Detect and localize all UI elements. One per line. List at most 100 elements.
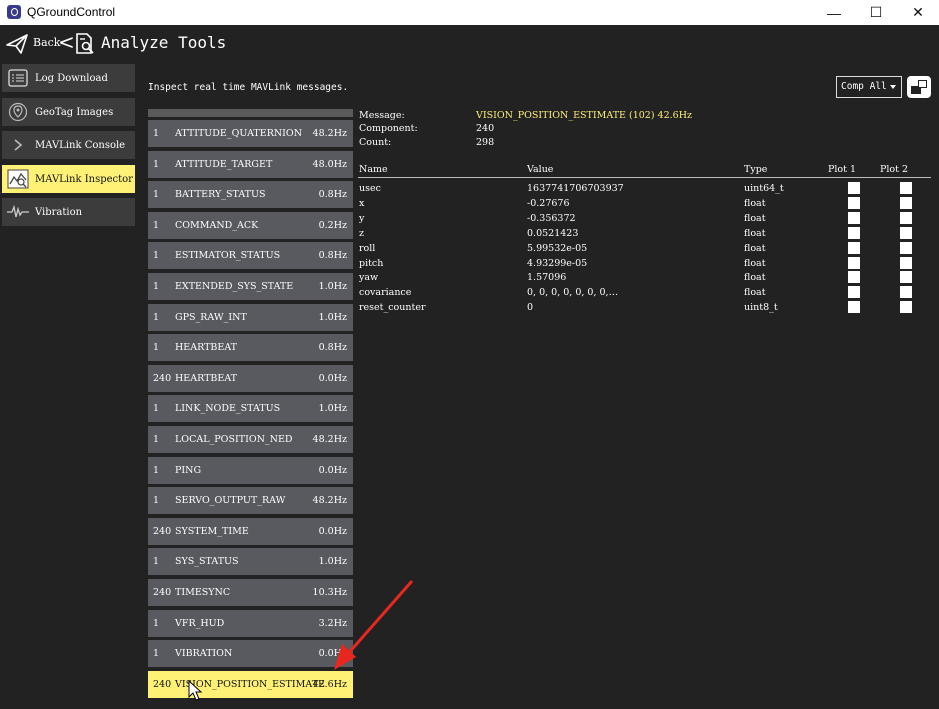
sidebar-item-log-download[interactable]: Log Download bbox=[2, 64, 135, 92]
qgc-app-icon bbox=[7, 5, 21, 19]
message-rate: 48.2Hz bbox=[312, 434, 347, 445]
plot1-checkbox[interactable] bbox=[848, 211, 860, 224]
field-row: pitch 4.93299e-05 float bbox=[358, 256, 931, 271]
paper-plane-icon[interactable] bbox=[5, 33, 29, 55]
field-value: 0.0521423 bbox=[527, 227, 579, 239]
message-row[interactable]: 240 TIMESYNC 10.3Hz bbox=[148, 579, 353, 606]
plot2-checkbox[interactable] bbox=[900, 211, 912, 224]
sidebar-item-geotag-images[interactable]: GeoTag Images bbox=[2, 98, 135, 126]
message-row[interactable]: 1 ESTIMATOR_STATUS 0.8Hz bbox=[148, 242, 353, 270]
count-label: Count: bbox=[359, 137, 392, 148]
list-icon bbox=[7, 68, 29, 88]
plot1-checkbox[interactable] bbox=[848, 226, 860, 239]
field-name: reset_counter bbox=[359, 302, 426, 314]
field-type: float bbox=[744, 197, 766, 209]
message-component: 1 bbox=[153, 311, 160, 323]
component-value: 240 bbox=[476, 123, 495, 134]
message-name: ESTIMATOR_STATUS bbox=[175, 250, 281, 262]
message-name: VFR_HUD bbox=[175, 617, 225, 629]
plot1-checkbox[interactable] bbox=[848, 286, 860, 299]
component-label: Component: bbox=[359, 123, 418, 134]
field-type: float bbox=[744, 257, 766, 269]
sidebar-item-label: MAVLink Inspector bbox=[35, 173, 133, 185]
message-row[interactable]: 240 HEARTBEAT 0.0Hz bbox=[148, 364, 353, 392]
sidebar-item-mavlink-console[interactable]: MAVLink Console bbox=[2, 131, 135, 159]
field-type: float bbox=[744, 242, 766, 254]
message-row[interactable]: 1 VFR_HUD 3.2Hz bbox=[148, 609, 353, 637]
message-component: 1 bbox=[153, 158, 160, 170]
message-row[interactable]: 1 HEARTBEAT 0.8Hz bbox=[148, 334, 353, 362]
message-rate: 1.0Hz bbox=[318, 403, 347, 415]
message-row[interactable]: 1 BATTERY_STATUS 0.8Hz bbox=[148, 181, 353, 209]
message-rate: 1.0Hz bbox=[318, 311, 347, 323]
field-value: 1.57096 bbox=[527, 272, 567, 284]
sidebar-item-vibration[interactable]: Vibration bbox=[2, 198, 135, 226]
plot2-checkbox[interactable] bbox=[900, 301, 912, 314]
message-row[interactable]: 1 PING 0.0Hz bbox=[148, 456, 353, 484]
message-name: LOCAL_POSITION_NED bbox=[175, 434, 293, 445]
message-component: 1 bbox=[153, 281, 160, 292]
plot2-checkbox[interactable] bbox=[900, 256, 912, 269]
message-row[interactable]: 1 GPS_RAW_INT 1.0Hz bbox=[148, 303, 353, 331]
field-name: x bbox=[359, 197, 365, 209]
field-value: 4.93299e-05 bbox=[527, 257, 588, 269]
field-value: 5.99532e-05 bbox=[527, 242, 588, 254]
field-name: yaw bbox=[359, 272, 379, 284]
caret-down-icon bbox=[890, 85, 896, 89]
message-rate: 0.0Hz bbox=[318, 464, 347, 476]
maximize-button[interactable]: ☐ bbox=[853, 0, 899, 25]
message-row[interactable]: 1 LINK_NODE_STATUS 1.0Hz bbox=[148, 395, 353, 423]
field-value: 1637741706703937 bbox=[527, 183, 624, 194]
map-pin-icon bbox=[7, 102, 29, 122]
plot2-checkbox[interactable] bbox=[900, 182, 912, 194]
plot2-checkbox[interactable] bbox=[900, 271, 912, 284]
message-rate: 0.0Hz bbox=[318, 372, 347, 384]
field-row: usec 1637741706703937 uint64_t bbox=[358, 181, 931, 196]
plot2-checkbox[interactable] bbox=[900, 241, 912, 254]
message-row[interactable]: 1 VIBRATION 0.0Hz bbox=[148, 640, 353, 668]
message-row[interactable]: 1 ATTITUDE_TARGET 48.0Hz bbox=[148, 150, 353, 178]
minimize-button[interactable]: — bbox=[811, 0, 857, 25]
message-component: 240 bbox=[153, 587, 172, 598]
message-rate: 0.0Hz bbox=[318, 525, 347, 537]
plot2-checkbox[interactable] bbox=[900, 196, 912, 209]
plot1-checkbox[interactable] bbox=[848, 241, 860, 254]
field-row: z 0.0521423 float bbox=[358, 226, 931, 241]
chevron-left-icon: < bbox=[58, 30, 75, 54]
plot1-checkbox[interactable] bbox=[848, 196, 860, 209]
message-name: COMMAND_ACK bbox=[175, 219, 259, 231]
sidebar-item-label: Log Download bbox=[35, 72, 108, 84]
column-header-type: Type bbox=[744, 164, 768, 175]
plot1-checkbox[interactable] bbox=[848, 256, 860, 269]
plot2-checkbox[interactable] bbox=[900, 286, 912, 299]
message-name: BATTERY_STATUS bbox=[175, 189, 266, 201]
field-type: float bbox=[744, 272, 766, 284]
message-row[interactable]: 1 SERVO_OUTPUT_RAW 48.2Hz bbox=[148, 487, 353, 515]
message-component: 1 bbox=[153, 495, 160, 507]
message-row[interactable]: 1 SYS_STATUS 1.0Hz bbox=[148, 548, 353, 576]
undock-icon bbox=[911, 80, 927, 94]
message-name: ATTITUDE_QUATERNION bbox=[175, 128, 303, 139]
sidebar-item-mavlink-inspector[interactable]: MAVLink Inspector bbox=[2, 165, 135, 193]
plot1-checkbox[interactable] bbox=[848, 271, 860, 284]
plot1-checkbox[interactable] bbox=[848, 182, 860, 194]
waveform-icon bbox=[7, 202, 29, 222]
message-row[interactable]: 240 SYSTEM_TIME 0.0Hz bbox=[148, 517, 353, 545]
plot2-checkbox[interactable] bbox=[900, 226, 912, 239]
window-titlebar: QGroundControl — ☐ ✕ bbox=[0, 0, 939, 25]
plot1-checkbox[interactable] bbox=[848, 301, 860, 314]
message-row[interactable]: 1 LOCAL_POSITION_NED 48.2Hz bbox=[148, 426, 353, 453]
message-value: VISION_POSITION_ESTIMATE (102) 42.6Hz bbox=[476, 110, 693, 121]
component-filter-select[interactable]: Comp All bbox=[836, 76, 902, 98]
back-button[interactable]: Back bbox=[33, 36, 60, 49]
message-row[interactable]: 1 ATTITUDE_QUATERNION 48.2Hz bbox=[148, 120, 353, 147]
message-row[interactable]: 240 VISION_POSITION_ESTIMATE 42.6Hz bbox=[148, 670, 353, 698]
message-rate: 48.2Hz bbox=[312, 495, 347, 507]
close-button[interactable]: ✕ bbox=[895, 0, 939, 25]
message-rate: 0.8Hz bbox=[318, 250, 347, 262]
undock-button[interactable] bbox=[907, 76, 931, 98]
message-row[interactable]: 1 COMMAND_ACK 0.2Hz bbox=[148, 211, 353, 239]
message-name: ATTITUDE_TARGET bbox=[175, 158, 273, 170]
message-row[interactable]: 1 EXTENDED_SYS_STATE 1.0Hz bbox=[148, 273, 353, 300]
message-component: 240 bbox=[153, 525, 172, 537]
